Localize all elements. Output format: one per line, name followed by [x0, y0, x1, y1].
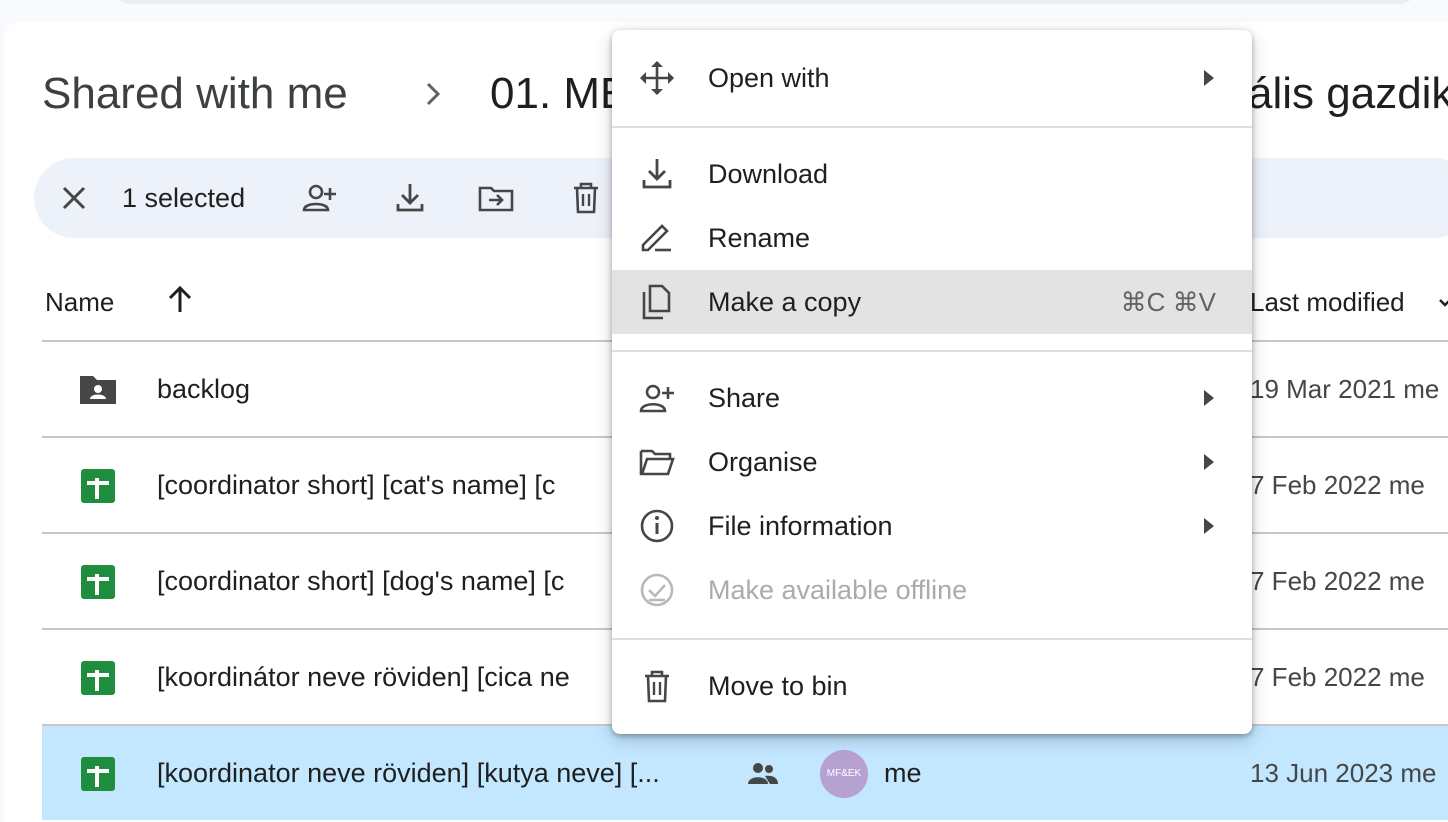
sheets-icon [78, 562, 118, 602]
file-modified: 7 Feb 2022 me [1250, 566, 1425, 596]
download-icon [638, 155, 676, 193]
column-header-name[interactable]: Name [45, 284, 114, 320]
menu-item-make-available-offline: Make available offline [612, 558, 1252, 622]
share-icon[interactable] [300, 178, 340, 218]
breadcrumb-current-folder-tail[interactable]: ális gazdik [1248, 66, 1448, 122]
breadcrumb-chevron-icon [418, 76, 448, 112]
folder-open-icon [638, 443, 676, 481]
column-header-last-modified[interactable]: Last modified [1250, 284, 1405, 320]
menu-label: Make available offline [708, 575, 968, 605]
file-name: [koordinátor neve röviden] [cica ne [157, 662, 570, 692]
owner-name: me [884, 758, 922, 788]
table-row-selected[interactable]: [koordinator neve röviden] [kutya neve] … [42, 726, 1448, 820]
sheets-icon [78, 658, 118, 698]
shared-folder-icon [78, 370, 118, 410]
rename-pencil-icon [638, 219, 676, 257]
file-name: [coordinator short] [dog's name] [c [157, 566, 565, 596]
file-modified: 7 Feb 2022 me [1250, 470, 1425, 500]
breadcrumb-shared-with-me[interactable]: Shared with me [42, 66, 348, 122]
sort-arrow-up-icon[interactable] [164, 284, 196, 316]
sheets-icon [78, 466, 118, 506]
file-modified: 19 Mar 2021 me [1250, 374, 1440, 404]
open-with-move-icon [638, 59, 676, 97]
chevron-down-icon[interactable] [1438, 296, 1448, 310]
selection-count: 1 selected [122, 183, 246, 213]
file-name: backlog [157, 374, 251, 404]
menu-item-open-with[interactable]: Open with [612, 46, 1252, 110]
menu-item-organise[interactable]: Organise [612, 430, 1252, 494]
file-modified: 7 Feb 2022 me [1250, 662, 1425, 692]
menu-separator [612, 126, 1252, 128]
menu-item-download[interactable]: Download [612, 142, 1252, 206]
menu-separator [612, 638, 1252, 640]
share-icon [638, 379, 676, 417]
submenu-arrow-icon [1202, 452, 1216, 472]
menu-label: Download [708, 159, 829, 189]
menu-item-file-information[interactable]: File information [612, 494, 1252, 558]
menu-label: Open with [708, 63, 830, 93]
file-name: [koordinator neve röviden] [kutya neve] … [157, 758, 660, 788]
keyboard-shortcut: ⌘C ⌘V [1120, 287, 1216, 317]
top-strip [0, 0, 1448, 20]
menu-label: Rename [708, 223, 811, 253]
shared-people-icon [745, 756, 781, 792]
submenu-arrow-icon [1202, 516, 1216, 536]
menu-item-make-a-copy[interactable]: Make a copy ⌘C ⌘V [612, 270, 1252, 334]
menu-item-move-to-bin[interactable]: Move to bin [612, 654, 1252, 718]
menu-label: Organise [708, 447, 818, 477]
sheets-icon [78, 754, 118, 794]
context-menu: Open with Download Rename Make a copy ⌘C… [612, 30, 1252, 734]
menu-label: Share [708, 383, 781, 413]
file-modified: 13 Jun 2023 me [1250, 758, 1437, 788]
search-bar[interactable] [110, 0, 1420, 4]
breadcrumb-current-folder[interactable]: 01. ME [490, 66, 629, 122]
trash-icon [638, 667, 676, 705]
submenu-arrow-icon [1202, 68, 1216, 88]
copy-icon [638, 283, 676, 321]
close-icon[interactable] [54, 178, 94, 218]
menu-item-share[interactable]: Share [612, 366, 1252, 430]
info-icon [638, 507, 676, 545]
menu-label: File information [708, 511, 893, 541]
menu-label: Move to bin [708, 671, 848, 701]
download-icon[interactable] [390, 178, 430, 218]
trash-icon[interactable] [566, 178, 606, 218]
menu-item-rename[interactable]: Rename [612, 206, 1252, 270]
avatar[interactable]: MF&EK [820, 750, 868, 798]
move-icon[interactable] [476, 178, 516, 218]
menu-label: Make a copy [708, 287, 862, 317]
file-name: [coordinator short] [cat's name] [c [157, 470, 556, 500]
offline-check-icon [638, 571, 676, 609]
submenu-arrow-icon [1202, 388, 1216, 408]
menu-separator [612, 350, 1252, 352]
